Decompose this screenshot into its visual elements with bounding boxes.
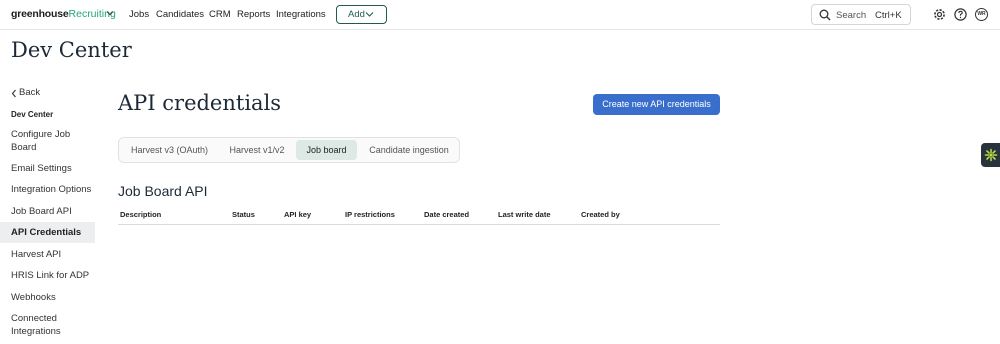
gear-icon[interactable] [933, 8, 946, 21]
back-label: Back [19, 87, 41, 98]
nav-integrations[interactable]: Integrations [276, 9, 326, 20]
sidebar-item-job-board-api[interactable]: Job Board API [11, 206, 72, 219]
nav-candidates[interactable]: Candidates [156, 9, 204, 20]
search-placeholder: Search [836, 10, 867, 21]
sidebar-heading: Dev Center [11, 110, 54, 119]
chevron-down-icon[interactable] [106, 9, 114, 17]
search-shortcut: Ctrl+K [875, 10, 902, 21]
top-navigation: greenhouseRecruiting Jobs Candidates CRM… [0, 0, 1000, 30]
sidebar-item-email-settings[interactable]: Email Settings [11, 163, 72, 176]
page-title: Dev Center [11, 38, 132, 62]
tab-candidate-ingestion[interactable]: Candidate ingestion [361, 138, 457, 162]
section-page-title: API credentials [118, 91, 282, 115]
credentials-table-header: Description Status API key IP restrictio… [118, 207, 720, 225]
help-icon[interactable] [954, 8, 967, 21]
chevron-down-icon [365, 12, 374, 17]
chevron-left-icon [11, 89, 16, 98]
column-header[interactable]: IP restrictions [345, 210, 395, 219]
job-board-api-heading: Job Board API [118, 183, 208, 199]
floating-widget-button[interactable] [981, 143, 1000, 167]
search-icon [819, 9, 831, 21]
sidebar-item-connected-integrations[interactable]: Connected Integrations [11, 313, 81, 338]
column-header[interactable]: API key [284, 210, 311, 219]
sidebar-item-harvest-api[interactable]: Harvest API [11, 249, 61, 262]
brand-name: greenhouse [11, 8, 69, 20]
nav-crm[interactable]: CRM [209, 9, 231, 20]
column-header[interactable]: Date created [424, 210, 469, 219]
credential-type-tabs: Harvest v3 (OAuth) Harvest v1/v2 Job boa… [118, 137, 460, 163]
tab-harvest-v1-v2[interactable]: Harvest v1/v2 [220, 138, 294, 162]
sidebar-item-hris-link-adp[interactable]: HRIS Link for ADP [11, 270, 89, 283]
nav-reports[interactable]: Reports [237, 9, 270, 20]
tab-harvest-v3[interactable]: Harvest v3 (OAuth) [123, 138, 216, 162]
nav-jobs[interactable]: Jobs [129, 9, 149, 20]
column-header[interactable]: Description [120, 210, 161, 219]
column-header[interactable]: Status [232, 210, 255, 219]
tab-job-board[interactable]: Job board [296, 140, 357, 160]
avatar[interactable]: WR [975, 8, 988, 21]
sidebar-item-configure-job-board[interactable]: Configure Job Board [11, 129, 86, 154]
create-api-credentials-button[interactable]: Create new API credentials [593, 94, 720, 115]
column-header[interactable]: Created by [581, 210, 620, 219]
brand-logo[interactable]: greenhouseRecruiting [11, 8, 116, 20]
widget-icon [984, 148, 998, 162]
sidebar-item-webhooks[interactable]: Webhooks [11, 292, 56, 305]
add-button[interactable]: Add [336, 5, 387, 24]
sidebar-item-integration-options[interactable]: Integration Options [11, 184, 91, 197]
add-button-label: Add [348, 9, 365, 20]
column-header[interactable]: Last write date [498, 210, 551, 219]
sidebar-item-label: API Credentials [11, 227, 82, 238]
search-input[interactable]: Search Ctrl+K [811, 4, 911, 25]
